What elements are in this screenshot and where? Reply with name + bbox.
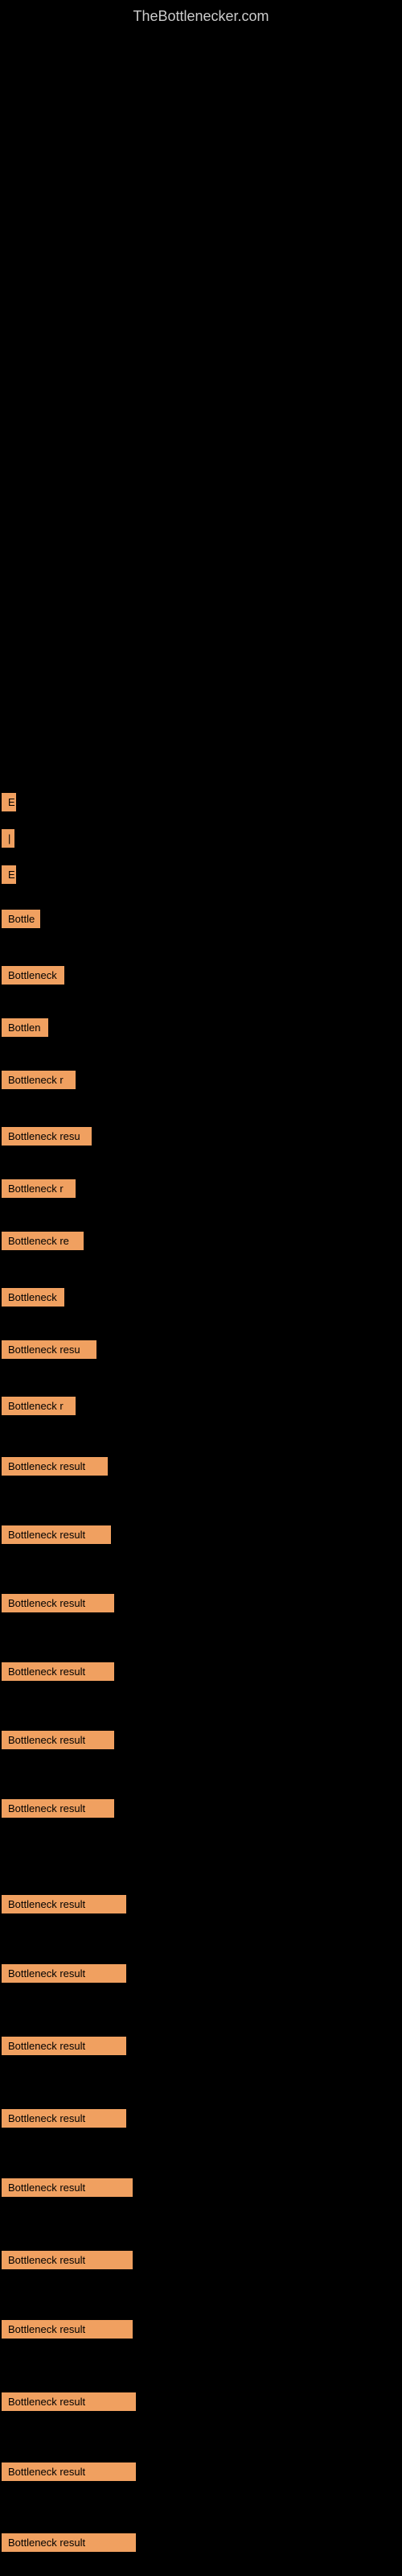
label-r2[interactable]: Bottleneck result (2, 1964, 126, 1983)
label-r10[interactable]: Bottleneck result (2, 2533, 136, 2552)
label-2[interactable]: | (2, 829, 14, 848)
label-10[interactable]: Bottleneck re (2, 1232, 84, 1250)
label-r5[interactable]: Bottleneck result (2, 2178, 133, 2197)
label-19[interactable]: Bottleneck result (2, 1799, 114, 1818)
label-9[interactable]: Bottleneck r (2, 1179, 76, 1198)
label-4[interactable]: Bottle (2, 910, 40, 928)
label-16[interactable]: Bottleneck result (2, 1594, 114, 1612)
label-5[interactable]: Bottleneck (2, 966, 64, 985)
label-8[interactable]: Bottleneck resu (2, 1127, 92, 1146)
label-17[interactable]: Bottleneck result (2, 1662, 114, 1681)
label-r6[interactable]: Bottleneck result (2, 2251, 133, 2269)
label-r4[interactable]: Bottleneck result (2, 2109, 126, 2128)
site-title: TheBottlenecker.com (0, 0, 402, 25)
label-15[interactable]: Bottleneck result (2, 1525, 111, 1544)
label-r8[interactable]: Bottleneck result (2, 2392, 136, 2411)
label-7[interactable]: Bottleneck r (2, 1071, 76, 1089)
label-6[interactable]: Bottlen (2, 1018, 48, 1037)
label-14[interactable]: Bottleneck result (2, 1457, 108, 1476)
label-3[interactable]: E (2, 865, 16, 884)
label-r9[interactable]: Bottleneck result (2, 2462, 136, 2481)
label-12[interactable]: Bottleneck resu (2, 1340, 96, 1359)
label-r3[interactable]: Bottleneck result (2, 2037, 126, 2055)
label-r1[interactable]: Bottleneck result (2, 1895, 126, 1913)
label-18[interactable]: Bottleneck result (2, 1731, 114, 1749)
label-r7[interactable]: Bottleneck result (2, 2320, 133, 2339)
label-1[interactable]: E (2, 793, 16, 811)
label-11[interactable]: Bottleneck (2, 1288, 64, 1307)
label-13[interactable]: Bottleneck r (2, 1397, 76, 1415)
